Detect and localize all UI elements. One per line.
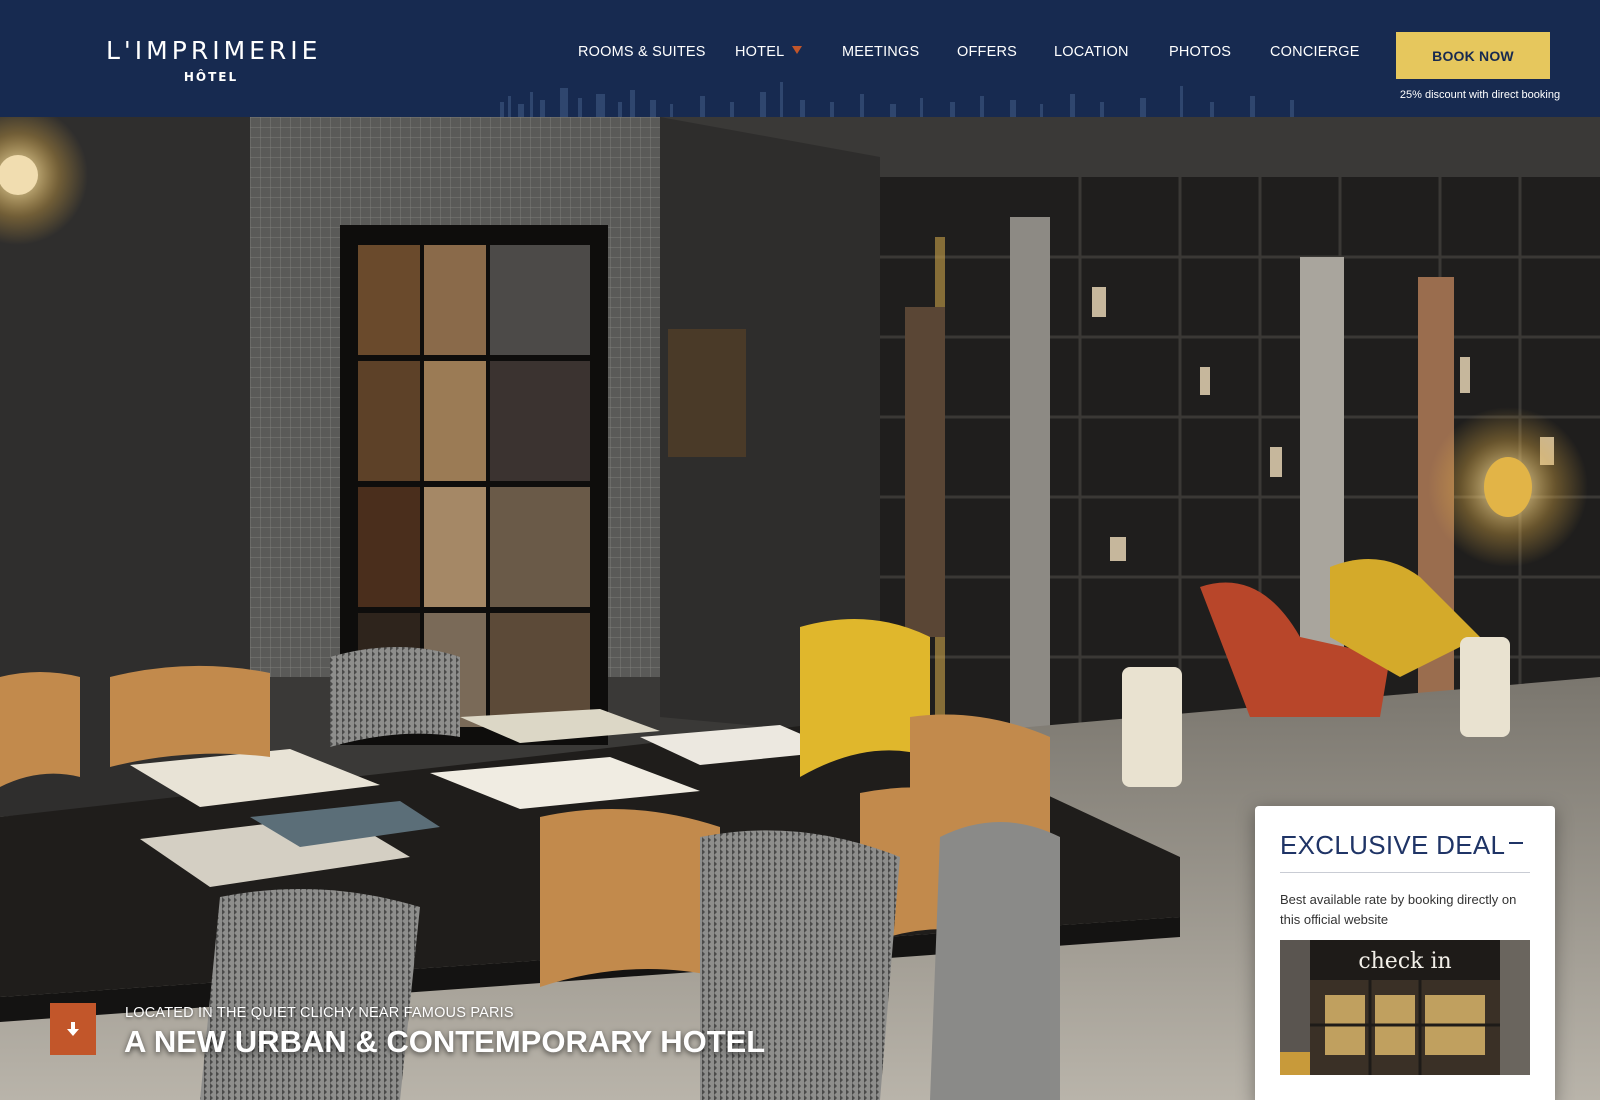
minus-icon — [1509, 842, 1523, 844]
exclusive-deal-card: EXCLUSIVE DEAL Best available rate by bo… — [1255, 806, 1555, 1100]
deal-title: EXCLUSIVE DEAL — [1280, 830, 1506, 860]
nav-concierge[interactable]: CONCIERGE — [1270, 44, 1360, 60]
hotel-logo[interactable]: L'IMPRIMERIE HÔTEL — [106, 36, 322, 85]
nav-hotel-label: HOTEL — [735, 44, 785, 60]
nav-hotel[interactable]: HOTEL — [735, 44, 803, 60]
nav-rooms-suites[interactable]: ROOMS & SUITES — [578, 44, 706, 60]
hero-subtitle: LOCATED IN THE QUIET CLICHY NEAR FAMOUS … — [125, 1005, 514, 1021]
nav-offers[interactable]: OFFERS — [957, 44, 1017, 60]
nav-meetings[interactable]: MEETINGS — [842, 44, 919, 60]
book-now-button[interactable]: BOOK NOW — [1396, 32, 1550, 79]
skyline-decoration — [500, 82, 1294, 117]
checkin-neon-sign: check in — [1358, 949, 1451, 974]
deal-checkin-image[interactable]: check in — [1280, 940, 1530, 1075]
logo-name: L'IMPRIMERIE — [106, 36, 322, 65]
nav-location[interactable]: LOCATION — [1054, 44, 1129, 60]
booking-discount-note: 25% discount with direct booking — [1399, 89, 1561, 101]
dropdown-caret-icon — [792, 46, 803, 54]
arrow-down-icon — [67, 1022, 79, 1036]
site-header: L'IMPRIMERIE HÔTEL ROOMS & SUITES HOTEL … — [0, 0, 1600, 117]
deal-divider — [1280, 872, 1530, 873]
checkin-scene: check in — [1280, 940, 1530, 1075]
scroll-down-button[interactable] — [50, 1003, 96, 1055]
nav-photos[interactable]: PHOTOS — [1169, 44, 1231, 60]
logo-sub: HÔTEL — [183, 70, 239, 84]
hero-title: A NEW URBAN & CONTEMPORARY HOTEL — [124, 1024, 766, 1059]
deal-description: Best available rate by booking directly … — [1280, 892, 1517, 927]
